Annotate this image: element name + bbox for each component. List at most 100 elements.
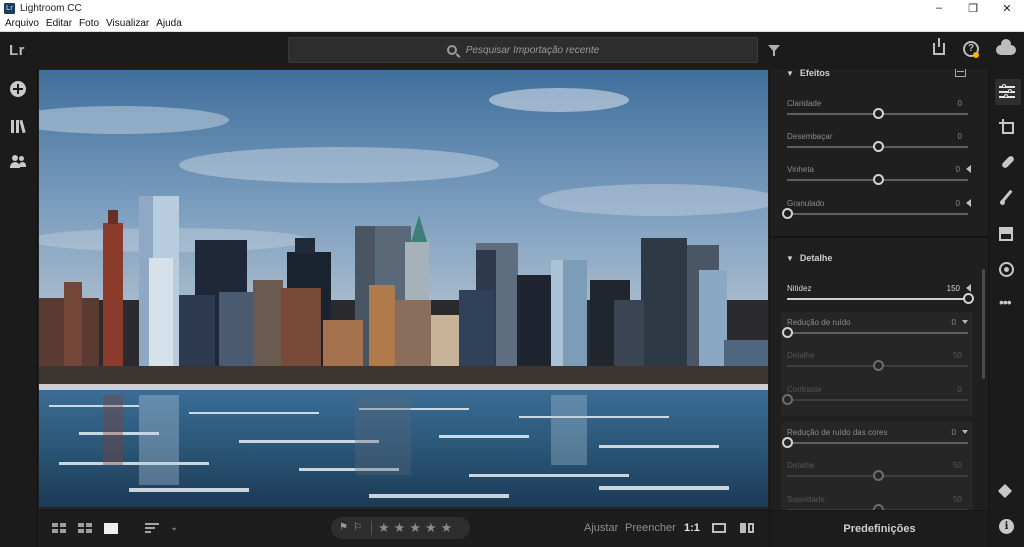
slider-ruido-detalhe[interactable]: Detalhe 50 <box>787 351 968 381</box>
slider-reducao-ruido-cores[interactable]: Redução de ruído das cores 0 <box>782 428 968 458</box>
slider-cores-suavidade[interactable]: Suavidade 50 <box>787 495 968 510</box>
slider-value: 0 <box>955 199 960 208</box>
chevron-down-icon[interactable] <box>962 430 968 434</box>
slider-reducao-ruido[interactable]: Redução de ruído 0 <box>782 318 968 348</box>
slider-value: 0 <box>951 318 956 327</box>
photo-image[interactable] <box>39 70 768 507</box>
healing-brush-icon[interactable] <box>999 154 1015 170</box>
expand-left-icon[interactable] <box>966 165 971 173</box>
slider-thumb[interactable] <box>782 327 793 338</box>
minimize-button[interactable]: – <box>922 0 956 16</box>
section-efeitos-header[interactable]: ▼ Efeitos <box>786 69 830 78</box>
radial-gradient-icon[interactable] <box>999 262 1014 277</box>
slider-value: 150 <box>946 284 960 293</box>
chevron-down-icon: ▼ <box>786 69 794 78</box>
slider-track[interactable] <box>787 442 968 444</box>
slider-thumb[interactable] <box>963 293 974 304</box>
right-toolstrip: ••• i <box>988 69 1024 547</box>
filter-icon[interactable] <box>768 45 780 56</box>
keywords-tag-icon[interactable] <box>999 484 1015 500</box>
presets-button[interactable]: Predefinições <box>770 523 989 535</box>
slider-label: Detalhe <box>787 461 815 470</box>
menu-foto[interactable]: Foto <box>79 18 99 29</box>
slider-thumb[interactable] <box>782 437 793 448</box>
chevron-down-icon: ▼ <box>786 254 794 263</box>
menu-bar: Arquivo Editar Foto Visualizar Ajuda <box>0 16 1024 32</box>
zoom-1to1-button[interactable]: 1:1 <box>684 522 700 534</box>
slider-thumb[interactable] <box>872 470 884 481</box>
slider-value: 0 <box>955 165 960 174</box>
panel-options-icon[interactable] <box>955 69 966 77</box>
search-input[interactable]: Pesquisar Importação recente <box>288 37 758 63</box>
expand-left-icon[interactable] <box>966 199 971 207</box>
sort-icon[interactable] <box>145 523 159 534</box>
close-button[interactable]: ✕ <box>990 0 1024 16</box>
slider-label: Claridade <box>787 99 822 108</box>
flag-reject-icon[interactable]: ⚐ <box>353 523 365 533</box>
star-3-icon[interactable]: ★ <box>409 521 421 535</box>
slider-track[interactable] <box>787 213 968 215</box>
compare-icon[interactable] <box>712 523 726 533</box>
star-5-icon[interactable]: ★ <box>441 521 453 535</box>
slider-track[interactable] <box>787 399 968 401</box>
menu-ajuda[interactable]: Ajuda <box>156 18 182 29</box>
slider-thumb[interactable] <box>872 141 884 152</box>
library-icon[interactable] <box>10 119 26 135</box>
chevron-down-icon[interactable]: ⌄ <box>170 522 178 533</box>
edit-panel: ▼ Efeitos Claridade 0 Desembaçar 0 Vinhet… <box>769 69 988 510</box>
more-options-icon[interactable]: ••• <box>999 295 1015 313</box>
menu-arquivo[interactable]: Arquivo <box>5 18 39 29</box>
slider-cores-detalhe[interactable]: Detalhe 50 <box>787 461 968 491</box>
section-detalhe-title: Detalhe <box>799 253 833 263</box>
slider-fill <box>787 298 968 300</box>
zoom-fit-button[interactable]: Ajustar <box>584 522 618 534</box>
slider-label: Vinheta <box>787 165 814 174</box>
slider-thumb[interactable] <box>872 108 884 119</box>
panel-scrollbar[interactable] <box>982 269 985 379</box>
slider-ruido-contraste[interactable]: Contraste 0 <box>782 385 968 415</box>
chevron-down-icon[interactable] <box>962 320 968 324</box>
slider-thumb[interactable] <box>782 394 793 405</box>
cloud-sync-icon[interactable] <box>996 39 1016 55</box>
crop-icon[interactable] <box>999 119 1015 135</box>
slider-label: Detalhe <box>787 351 815 360</box>
square-grid-icon[interactable] <box>52 523 66 533</box>
people-icon[interactable] <box>10 154 26 170</box>
slider-label: Suavidade <box>787 495 825 504</box>
slider-claridade[interactable]: Claridade 0 <box>787 99 968 129</box>
info-icon[interactable]: i <box>999 519 1014 534</box>
slider-label: Desembaçar <box>787 132 833 141</box>
star-1-icon[interactable]: ★ <box>378 521 390 535</box>
slider-thumb[interactable] <box>872 174 884 185</box>
skyline-photo <box>39 70 768 507</box>
slider-granulado[interactable]: Granulado 0 <box>782 199 971 229</box>
edit-sliders-icon[interactable] <box>999 84 1015 100</box>
flag-pick-icon[interactable]: ⚑ <box>339 523 351 533</box>
menu-visualizar[interactable]: Visualizar <box>106 18 149 29</box>
slider-vinheta[interactable]: Vinheta 0 <box>787 165 971 195</box>
slider-thumb[interactable] <box>782 208 793 219</box>
menu-editar[interactable]: Editar <box>46 18 72 29</box>
share-icon[interactable] <box>933 38 945 55</box>
slider-nitidez[interactable]: Nitidez 150 <box>787 284 974 314</box>
slider-track[interactable] <box>787 332 968 334</box>
photo-grid-icon[interactable] <box>78 523 92 533</box>
slider-label: Redução de ruído <box>787 318 851 327</box>
linear-gradient-icon[interactable] <box>999 227 1013 241</box>
add-photos-icon[interactable] <box>10 81 26 97</box>
section-detalhe-header[interactable]: ▼ Detalhe <box>786 253 832 263</box>
window-title: Lightroom CC <box>20 2 82 14</box>
expand-left-icon[interactable] <box>966 284 971 292</box>
detail-view-icon[interactable] <box>104 523 118 534</box>
section-divider <box>770 236 988 238</box>
slider-thumb[interactable] <box>872 360 884 371</box>
slider-desembacar[interactable]: Desembaçar 0 <box>787 132 968 162</box>
star-2-icon[interactable]: ★ <box>394 521 406 535</box>
photo-viewer <box>38 69 769 510</box>
slider-label: Nitidez <box>787 284 812 293</box>
star-4-icon[interactable]: ★ <box>425 521 437 535</box>
brush-icon[interactable] <box>999 190 1015 206</box>
zoom-fill-button[interactable]: Preencher <box>625 522 676 534</box>
before-after-icon[interactable] <box>740 522 754 535</box>
maximize-button[interactable]: ❐ <box>956 0 990 16</box>
